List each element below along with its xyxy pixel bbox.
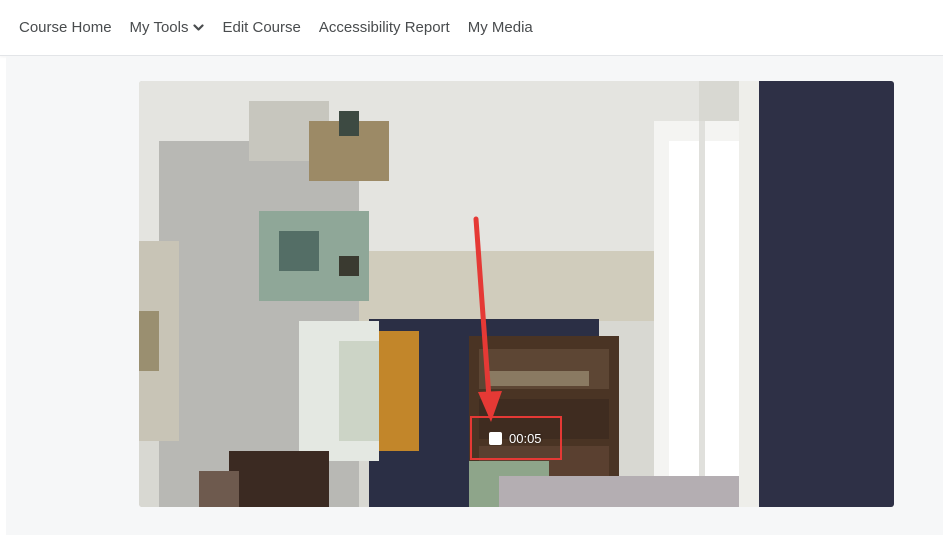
nav-course-home-label: Course Home	[19, 19, 112, 36]
nav-accessibility-report-label: Accessibility Report	[318, 19, 450, 36]
nav-course-home[interactable]: Course Home	[19, 19, 112, 36]
nav-edit-course[interactable]: Edit Course	[222, 19, 300, 36]
nav-my-tools[interactable]: My Tools	[130, 19, 205, 36]
nav-my-media-label: My Media	[467, 19, 533, 36]
annotation-highlight-box	[470, 416, 562, 460]
nav-list: Course Home My Tools Edit Course Accessi…	[19, 19, 551, 36]
nav-my-media[interactable]: My Media	[468, 19, 533, 36]
course-navbar: Course Home My Tools Edit Course Accessi…	[0, 0, 943, 56]
nav-edit-course-label: Edit Course	[222, 19, 301, 36]
nav-my-tools-label: My Tools	[129, 19, 189, 36]
nav-accessibility-report[interactable]: Accessibility Report	[319, 19, 450, 36]
chevron-down-icon	[193, 23, 205, 31]
